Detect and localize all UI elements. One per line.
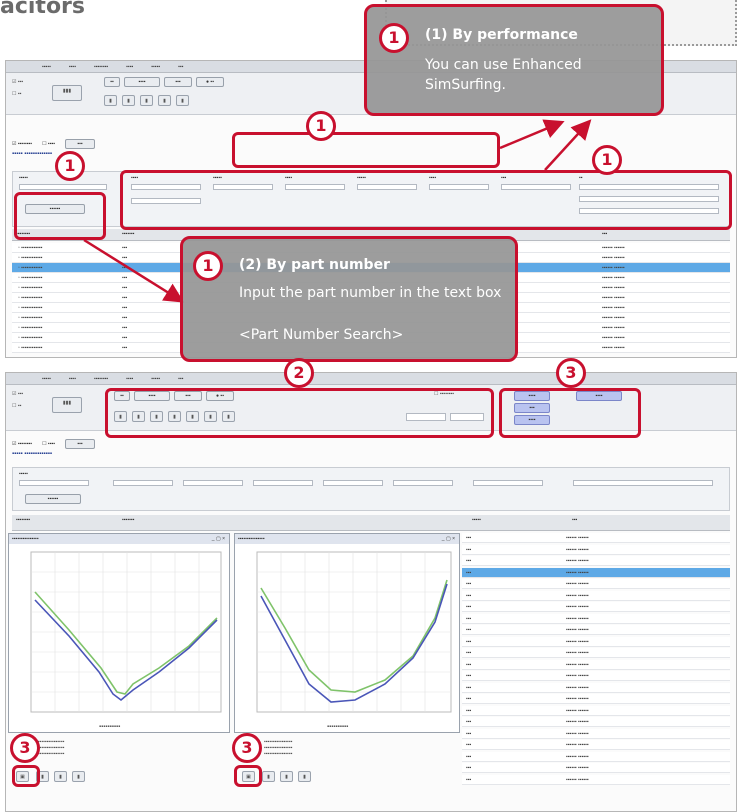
table-row[interactable]: ▪▪▪ ▪▪▪▪▪▪ ▪▪▪▪▪▪ [462, 590, 730, 601]
col-part-number[interactable]: ▪▪▪▪▪▪▪▪ [16, 517, 30, 523]
arrow-part-number [83, 238, 185, 303]
chart-window-title: ▪▪▪▪▪▪▪▪▪▪▪▪▪▪▪ _ ▢ × [235, 534, 459, 544]
table-row[interactable]: ▪▪▪ ▪▪▪▪▪▪ ▪▪▪▪▪▪ [462, 659, 730, 670]
table-row[interactable]: ▪▪▪ ▪▪▪▪▪▪ ▪▪▪▪▪▪ [462, 625, 730, 635]
search-row: ☑ ▪▪▪▪▪▪▪▪ ☐ ▪▪▪▪ ▪▪▪ [12, 439, 96, 449]
chart-tool-icon[interactable]: ▮ [72, 771, 85, 782]
table-row[interactable]: ▪▪▪ ▪▪▪▪▪▪ ▪▪▪▪▪▪ [462, 694, 730, 704]
results-table-header: ▪▪▪▪▪▪▪▪ ▪▪▪▪▪▪▪ ▪▪▪▪▪ ▪▪▪ [12, 515, 730, 531]
badge-1-part-number: 1 [55, 151, 85, 181]
option-check[interactable]: ☐ ▪▪ [12, 403, 21, 409]
table-row[interactable]: ▪▪▪ ▪▪▪▪▪▪ ▪▪▪▪▪▪ [462, 602, 730, 612]
callout-badge: 1 [379, 23, 409, 53]
part-number-input[interactable] [19, 480, 89, 486]
table-row[interactable]: ▪▪▪ ▪▪▪▪▪▪ ▪▪▪▪▪▪ [462, 556, 730, 566]
menu-item[interactable]: ▪▪▪▪ [126, 376, 133, 382]
callout-title: (2) By part number [239, 257, 390, 273]
badge-1-filters: 1 [592, 145, 622, 175]
col-tolerance[interactable]: ▪▪▪▪▪ [472, 517, 481, 523]
legend-text: ▪▪▪▪▪▪▪▪▪▪▪▪▪▪▪▪ ▪▪▪▪▪▪▪▪▪▪▪▪▪▪▪▪ ▪▪▪▪▪▪▪▪… [36, 739, 65, 757]
impedance-chart-2: ▪▪▪▪▪▪▪▪▪▪ [256, 551, 452, 730]
table-row[interactable]: ▪▪▪ ▪▪▪▪▪▪ ▪▪▪▪▪▪ [462, 774, 730, 785]
show-conditions-button[interactable]: ▪▪▪▪▪▪ [25, 494, 81, 504]
table-row[interactable]: ▪▪▪ ▪▪▪▪▪▪ ▪▪▪▪▪▪ [462, 717, 730, 727]
callout-title: (1) By performance [425, 27, 578, 43]
highlight-export-buttons [499, 388, 641, 438]
table-row[interactable]: ▪▪▪ ▪▪▪▪▪▪ ▪▪▪▪▪▪ [462, 763, 730, 773]
menu-item[interactable]: ▪▪▪▪▪ [151, 376, 160, 382]
print-icon[interactable]: ▮ [280, 771, 293, 782]
filter-col-part-number: ▪▪▪▪▪ [19, 471, 28, 477]
filter-field[interactable] [393, 480, 453, 486]
filter-field[interactable] [183, 480, 243, 486]
arrow-performance [499, 119, 565, 150]
menu-item[interactable]: ▪▪▪▪ [69, 376, 76, 382]
callout-text: Input the part number in the text box [239, 285, 502, 301]
callout-text: You can use Enhanced SimSurfing. [425, 57, 582, 93]
menu-item[interactable]: ▪▪▪▪▪ [42, 376, 51, 382]
screenshot-bottom: ▪▪▪▪▪ ▪▪▪▪ ▪▪▪▪▪▪▪▪ ▪▪▪▪ ▪▪▪▪▪ ▪▪▪ ☑ ▪▪▪… [5, 372, 737, 812]
table-row[interactable]: ▪▪▪ ▪▪▪▪▪▪ ▪▪▪▪▪▪ [462, 751, 730, 762]
callout-badge: 1 [193, 251, 223, 281]
filter-strip: ▪▪▪▪▪ ▪▪▪▪▪▪ [12, 467, 730, 511]
svg-text:▪▪▪▪▪▪▪▪▪▪: ▪▪▪▪▪▪▪▪▪▪ [99, 724, 120, 730]
filter-field[interactable] [473, 480, 543, 486]
chart-window-left: ▪▪▪▪▪▪▪▪▪▪▪▪▪▪▪ _ ▢ × ▪▪▪▪▪▪▪▪▪▪ [8, 533, 230, 733]
unit-setting[interactable]: ☐ ▪▪▪▪ [42, 441, 55, 447]
option-check[interactable]: ☑ ▪▪▪ [12, 391, 23, 397]
legend-text: ▪▪▪▪▪▪▪▪▪▪▪▪▪▪▪▪ ▪▪▪▪▪▪▪▪▪▪▪▪▪▪▪▪ ▪▪▪▪▪▪▪▪… [264, 739, 293, 757]
table-row[interactable]: ▪▪▪ ▪▪▪▪▪▪ ▪▪▪▪▪▪ [462, 682, 730, 693]
highlight-copy-icon-left [12, 765, 40, 787]
table-row[interactable]: ▪▪▪ ▪▪▪▪▪▪ ▪▪▪▪▪▪ [462, 740, 730, 750]
table-row[interactable]: ▪▪▪ ▪▪▪▪▪▪ ▪▪▪▪▪▪ [462, 648, 730, 658]
filter-field[interactable] [113, 480, 173, 486]
table-row[interactable]: ▪▪▪ ▪▪▪▪▪▪ ▪▪▪▪▪▪ [462, 613, 730, 624]
table-row[interactable]: ▪▪▪ ▪▪▪▪▪▪ ▪▪▪▪▪▪ [462, 544, 730, 555]
filter-field[interactable] [253, 480, 313, 486]
badge-3-buttons: 3 [556, 358, 586, 388]
col-type[interactable]: ▪▪▪ [572, 517, 577, 523]
table-row[interactable]: ▪▪▪ ▪▪▪▪▪▪ ▪▪▪▪▪▪ [462, 533, 730, 543]
menu-item[interactable]: ▪▪▪▪▪▪▪▪ [94, 376, 108, 382]
callout-by-performance: 1 (1) By performance You can use Enhance… [364, 4, 664, 116]
badge-2: 2 [284, 358, 314, 388]
table-row[interactable]: ▪▪▪ ▪▪▪▪▪▪ ▪▪▪▪▪▪ [462, 705, 730, 716]
svg-text:▪▪▪▪▪▪▪▪▪▪: ▪▪▪▪▪▪▪▪▪▪ [327, 724, 348, 730]
search-option[interactable]: ☑ ▪▪▪▪▪▪▪▪ [12, 441, 32, 447]
save-button[interactable]: ▪▪▪ [65, 439, 96, 449]
table-row[interactable]: ▪▪▪ ▪▪▪▪▪▪ ▪▪▪▪▪▪ [462, 636, 730, 647]
chart-window-title: ▪▪▪▪▪▪▪▪▪▪▪▪▪▪▪ _ ▢ × [9, 534, 229, 544]
col-capacitance[interactable]: ▪▪▪▪▪▪▪ [122, 517, 134, 523]
impedance-chart: ▪▪▪▪▪▪▪▪▪▪ [30, 551, 222, 730]
table-row-selected[interactable]: ▪▪▪ ▪▪▪▪▪▪ ▪▪▪▪▪▪ [462, 567, 730, 578]
badge-3-right: 3 [232, 733, 262, 763]
filter-field[interactable] [323, 480, 383, 486]
highlight-toolbar-tabs [105, 388, 494, 438]
badge-1-features: 1 [306, 111, 336, 141]
chart-window-right: ▪▪▪▪▪▪▪▪▪▪▪▪▪▪▪ _ ▢ × ▪▪▪▪▪▪▪▪▪▪ [234, 533, 460, 733]
table-row[interactable]: ▪▪▪ ▪▪▪▪▪▪ ▪▪▪▪▪▪ [462, 728, 730, 739]
menu-bar: ▪▪▪▪▪ ▪▪▪▪ ▪▪▪▪▪▪▪▪ ▪▪▪▪ ▪▪▪▪▪ ▪▪▪ [6, 373, 736, 385]
callout-text-2: <Part Number Search> [239, 327, 404, 343]
badge-3-left: 3 [10, 733, 40, 763]
highlight-copy-icon-right [234, 765, 262, 787]
chart-tool-icon[interactable]: ▮ [262, 771, 275, 782]
filter-field[interactable] [573, 480, 713, 486]
table-row[interactable]: ▪▪▪ ▪▪▪▪▪▪ ▪▪▪▪▪▪ [462, 579, 730, 589]
print-icon[interactable]: ▮ [54, 771, 67, 782]
arrow-performance-2 [544, 119, 592, 171]
part-image-icon: ▮▮▮ [52, 397, 82, 413]
menu-item[interactable]: ▪▪▪ [178, 376, 183, 382]
callout-by-part-number: 1 (2) By part number Input the part numb… [180, 236, 518, 362]
chart-tool-icon[interactable]: ▮ [298, 771, 311, 782]
side-options: ☑ ▪▪▪ ☐ ▪▪ ▮▮▮ [12, 391, 102, 423]
table-row[interactable]: ▪▪▪ ▪▪▪▪▪▪ ▪▪▪▪▪▪ [462, 671, 730, 681]
selected-part-label: ▪▪▪▪▪ ▪▪▪▪▪▪▪▪▪▪▪▪▪ [12, 451, 52, 457]
